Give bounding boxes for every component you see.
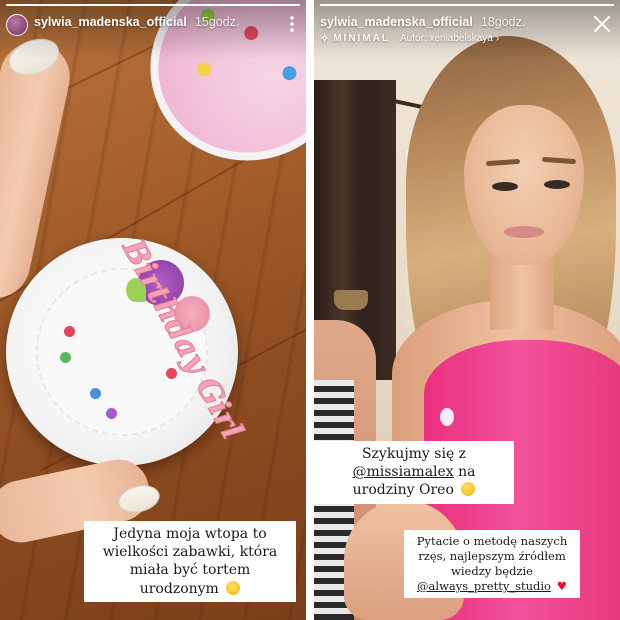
close-icon[interactable] bbox=[590, 12, 614, 36]
candy-decoration bbox=[106, 408, 117, 419]
candy-decoration bbox=[60, 352, 71, 363]
story-progress-bar bbox=[6, 4, 300, 6]
caption-text: Szykujmy się z bbox=[361, 446, 467, 462]
candy-decoration bbox=[90, 388, 101, 399]
cake-decoration bbox=[280, 64, 299, 83]
lamp bbox=[334, 290, 368, 310]
story-username[interactable]: sylwia_madenska_official bbox=[320, 14, 473, 30]
eye bbox=[492, 182, 518, 191]
filter-attribution[interactable]: ✧ MINIMAL Autor: xeniabelskaya › bbox=[320, 32, 525, 45]
more-icon[interactable] bbox=[282, 12, 302, 36]
caption-text: Jedyna moja wtopa to wielkości zabawki, … bbox=[102, 526, 278, 597]
heart-icon: ♥ bbox=[556, 578, 567, 593]
mention-link[interactable]: @always_pretty_studio bbox=[417, 579, 551, 593]
mention-link[interactable]: @missiamalex bbox=[352, 464, 453, 480]
story-progress-bar bbox=[320, 4, 614, 6]
cake-decoration bbox=[195, 60, 213, 79]
caption-text: Pytacie o metodę naszych rzęs, najlepszy… bbox=[416, 534, 568, 578]
emoji-icon bbox=[461, 482, 476, 497]
eye bbox=[544, 180, 570, 189]
story-caption: Jedyna moja wtopa to wielkości zabawki, … bbox=[84, 521, 296, 602]
sparkle-icon: ✧ bbox=[320, 33, 330, 45]
story-timestamp: 15godz. bbox=[194, 15, 240, 29]
filter-author: Autor: xeniabelskaya bbox=[400, 33, 493, 44]
story-progress-fill bbox=[6, 4, 300, 6]
emoji-icon bbox=[226, 580, 241, 595]
avatar[interactable] bbox=[6, 14, 28, 36]
story-left[interactable]: Birthday Girl sylwia_madenska_official 1… bbox=[0, 0, 306, 620]
brand-logo bbox=[440, 408, 454, 426]
chevron-right-icon: › bbox=[495, 33, 500, 44]
story-header: sylwia_madenska_official 15godz. bbox=[6, 14, 300, 50]
candy-decoration bbox=[64, 326, 75, 337]
story-caption: Pytacie o metodę naszych rzęs, najlepszy… bbox=[404, 530, 580, 598]
birthday-plush-toy: Birthday Girl bbox=[6, 233, 250, 466]
candy-decoration bbox=[166, 368, 177, 379]
story-timestamp: 18godz. bbox=[480, 15, 526, 29]
filter-name: ✧ MINIMAL bbox=[320, 33, 390, 45]
story-right[interactable]: sylwia_madenska_official 18godz. ✧ MINIM… bbox=[314, 0, 620, 620]
story-caption: Szykujmy się z @missiamalex na urodziny … bbox=[314, 441, 514, 504]
lips bbox=[504, 226, 544, 238]
story-header: sylwia_madenska_official 18godz. ✧ MINIM… bbox=[320, 14, 614, 50]
story-progress-fill bbox=[320, 4, 614, 6]
story-username[interactable]: sylwia_madenska_official bbox=[34, 14, 187, 30]
